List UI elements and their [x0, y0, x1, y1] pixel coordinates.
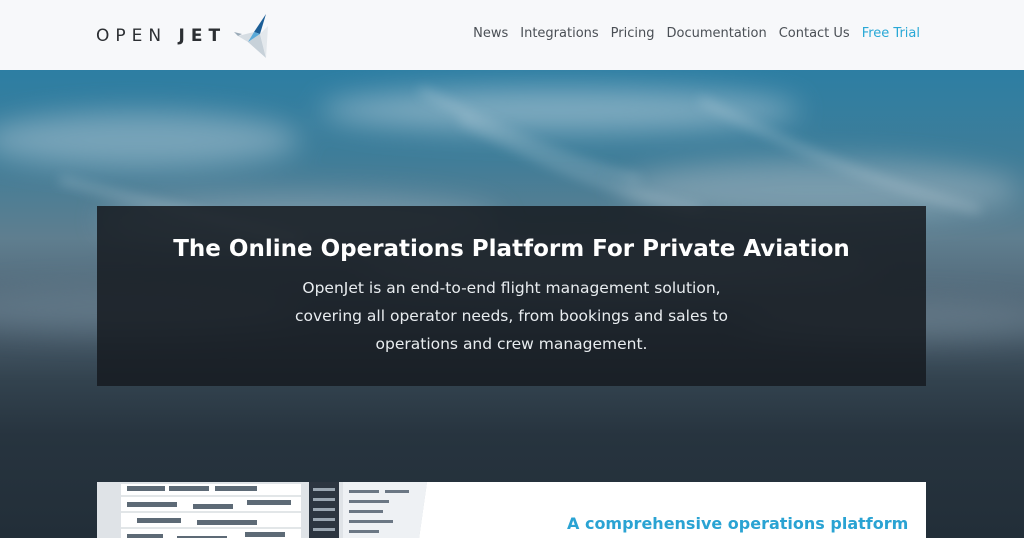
feature-title: A comprehensive operations platform — [567, 514, 909, 533]
nav-integrations[interactable]: Integrations — [520, 26, 598, 41]
feature-card: A comprehensive operations platform — [97, 482, 926, 538]
openjet-logo[interactable]: OPEN JET — [96, 12, 272, 60]
main-nav: News Integrations Pricing Documentation … — [461, 26, 920, 41]
hero-section: The Online Operations Platform For Priva… — [0, 70, 1024, 538]
hero-panel: The Online Operations Platform For Priva… — [97, 206, 926, 386]
nav-news[interactable]: News — [473, 26, 508, 41]
schedule-grid-image — [97, 482, 427, 538]
nav-contact-us[interactable]: Contact Us — [779, 26, 850, 41]
origami-bird-icon — [234, 14, 269, 58]
logo-wordmark: OPEN JET — [96, 26, 227, 46]
nav-documentation[interactable]: Documentation — [666, 26, 766, 41]
nav-free-trial[interactable]: Free Trial — [862, 26, 920, 41]
site-header: OPEN JET News Integrations Pricing Docum… — [0, 0, 1024, 70]
hero-title: The Online Operations Platform For Priva… — [173, 236, 850, 262]
nav-pricing[interactable]: Pricing — [611, 26, 655, 41]
hero-description: OpenJet is an end-to-end flight manageme… — [294, 279, 729, 353]
app-screenshot-image — [97, 482, 427, 538]
